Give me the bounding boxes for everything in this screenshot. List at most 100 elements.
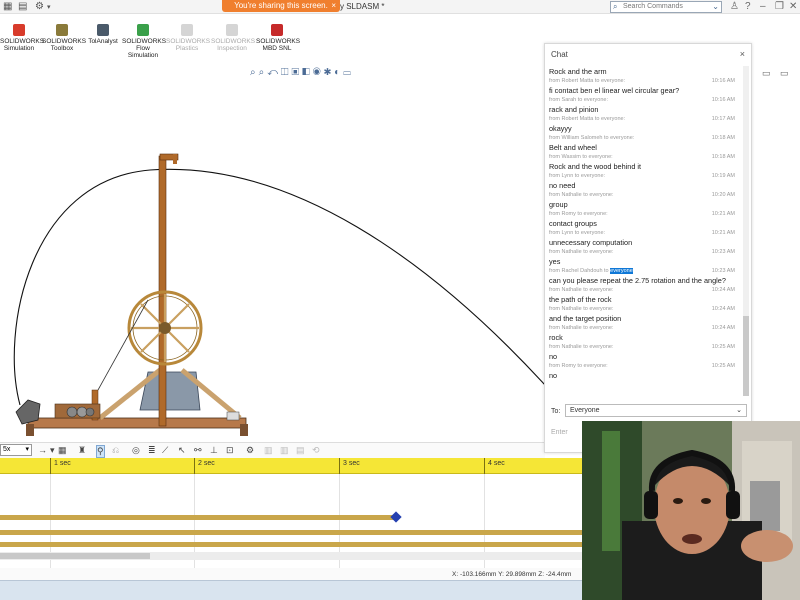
- message-sender: from Lynn to everyone:: [549, 173, 606, 179]
- scrollbar-thumb[interactable]: [0, 553, 150, 559]
- message-meta: from Nathalie to everyone: 10:24 AM: [549, 287, 735, 293]
- message-text: fi contact ben el linear wel circular ge…: [549, 86, 680, 95]
- message-text: Belt and wheel: [549, 143, 597, 152]
- message-text: no need: [549, 181, 576, 190]
- base-foot-right: [240, 424, 248, 436]
- tolanalyst-button[interactable]: TolAnalyst: [86, 24, 120, 45]
- toolbox-button[interactable]: SOLIDWORKS Toolbox: [42, 24, 86, 52]
- recipient-value: Everyone: [570, 407, 600, 414]
- window-close-icon[interactable]: ✕: [789, 1, 797, 12]
- close-icon[interactable]: ×: [331, 0, 336, 12]
- message-sender: from Nathalie to everyone:: [549, 287, 614, 293]
- panel-icon[interactable]: ▭: [762, 68, 771, 79]
- message-time: 10:16 AM: [711, 97, 735, 103]
- message-time: 10:18 AM: [711, 135, 735, 141]
- disabled-tool-4-icon: ⟲: [312, 445, 320, 455]
- inspection-button[interactable]: SOLIDWORKS Inspection: [211, 24, 255, 52]
- motor-icon[interactable]: ◎: [132, 445, 140, 456]
- arrow-dropdown-icon[interactable]: ▾: [50, 445, 55, 456]
- search-commands-input[interactable]: ⌕ Search Commands ⌄: [610, 1, 722, 13]
- simulation-button[interactable]: SOLIDWORKS Simulation: [0, 24, 44, 52]
- cmd-label: Simulation: [3, 45, 35, 52]
- animation-wizard-icon[interactable]: ♜: [78, 445, 86, 456]
- flow-simulation-icon: [137, 24, 149, 36]
- new-document-icon[interactable]: ▦: [3, 1, 12, 12]
- trajectory-path: [13, 168, 545, 406]
- message-meta: from Sarah to everyone: 10:16 AM: [549, 97, 735, 103]
- to-label: To:: [551, 408, 561, 415]
- cmd-label: Inspection: [217, 45, 247, 52]
- search-dropdown-icon[interactable]: ⌄: [712, 2, 719, 12]
- force-icon[interactable]: ↖: [178, 445, 186, 456]
- restore-icon[interactable]: ❐: [775, 1, 784, 12]
- message-text: Rock and the arm: [549, 67, 607, 76]
- timeline-ruler[interactable]: 1 sec 2 sec 3 sec 4 sec: [0, 458, 582, 474]
- timeline-bar[interactable]: [0, 515, 396, 520]
- plastics-button[interactable]: SOLIDWORKS Plastics: [166, 24, 210, 52]
- cmd-label: SOLIDWORKS: [0, 38, 45, 45]
- gravity-icon[interactable]: ⊥: [210, 445, 218, 456]
- timeline-scrollbar[interactable]: [0, 552, 582, 560]
- play-arrow-icon[interactable]: →: [38, 445, 47, 455]
- time-mark: 2 sec: [198, 460, 215, 467]
- message-text: group: [549, 200, 568, 209]
- message-meta: from Nathalie to everyone: 10:24 AM: [549, 325, 735, 331]
- playback-speed-select[interactable]: 5x ▾: [0, 444, 32, 456]
- message-sender: from Sarah to everyone:: [549, 97, 609, 103]
- small-gear-1: [66, 406, 78, 418]
- document-title: y SLDASM *: [340, 2, 385, 11]
- flow-simulation-button[interactable]: SOLIDWORKS Flow Simulation: [122, 24, 167, 59]
- message-sender: from Robert Matta to everyone:: [549, 78, 626, 84]
- disabled-tool-1-icon: ▥: [264, 445, 273, 455]
- study-properties-icon[interactable]: ⚙: [246, 445, 254, 456]
- user-icon[interactable]: ♙: [730, 1, 739, 12]
- contact-icon[interactable]: ⚯: [194, 445, 202, 456]
- message-text: no: [549, 352, 558, 361]
- graphics-area[interactable]: [0, 60, 545, 440]
- save-animation-icon[interactable]: ▦: [58, 445, 67, 456]
- chat-panel: Chat × Rock and the arm from Robert Matt…: [544, 43, 752, 453]
- open-file-icon[interactable]: ▤: [18, 1, 27, 12]
- close-icon[interactable]: ×: [740, 49, 745, 59]
- cmd-label: Simulation: [127, 52, 159, 59]
- options-dropdown-icon[interactable]: ▾: [47, 3, 51, 11]
- chat-scrollbar[interactable]: [743, 66, 749, 396]
- timeline-bar[interactable]: [0, 530, 582, 535]
- message-sender: from Nathalie to everyone:: [549, 249, 614, 255]
- mbd-snl-button[interactable]: SOLIDWORKS MBD SNL: [256, 24, 301, 52]
- small-gear-3: [85, 407, 95, 417]
- message-text: Rock and the wood behind it: [549, 162, 642, 171]
- cmd-label: SOLIDWORKS: [256, 38, 301, 45]
- toolbox-icon: [56, 24, 68, 36]
- chat-messages[interactable]: Rock and the arm from Robert Matta to ev…: [545, 66, 743, 428]
- screen-share-banner: You're sharing this screen. ×: [222, 0, 340, 12]
- options-gear-icon[interactable]: ⚙: [35, 1, 44, 12]
- spring-icon[interactable]: ≣: [148, 445, 156, 456]
- message-text: contact groups: [549, 219, 597, 228]
- help-icon[interactable]: ?: [745, 1, 751, 12]
- chat-scrollbar-thumb[interactable]: [743, 316, 749, 396]
- webcam-video: [582, 421, 800, 600]
- message-sender: from Wassim to everyone:: [549, 154, 613, 160]
- message-text: and the target position: [549, 314, 622, 323]
- keyframe-marker[interactable]: [390, 511, 402, 523]
- panel-icon[interactable]: ▭: [780, 68, 789, 79]
- message-meta: from Nathalie to everyone: 10:20 AM: [549, 192, 735, 198]
- message-time: 10:21 AM: [711, 211, 735, 217]
- timeline-bar[interactable]: [0, 542, 582, 547]
- disabled-tool-2-icon: ▥: [280, 445, 289, 455]
- motion-timeline[interactable]: 1 sec 2 sec 3 sec 4 sec: [0, 458, 582, 578]
- autokey-icon[interactable]: ⚲: [96, 445, 105, 458]
- results-plots-icon[interactable]: ⊡: [226, 445, 234, 456]
- minimize-icon[interactable]: –: [760, 1, 766, 12]
- add-key-icon[interactable]: ⎌: [112, 445, 119, 456]
- message-text: rock: [549, 333, 563, 342]
- message-sender: from Rachel Dahdouh to: [549, 268, 609, 274]
- message-sender: from Nathalie to everyone:: [549, 192, 614, 198]
- cmd-label: SOLIDWORKS: [122, 38, 167, 45]
- base-frame: [27, 417, 247, 429]
- chat-input-placeholder: Enter: [551, 429, 568, 436]
- damper-icon[interactable]: ⟋: [162, 445, 168, 456]
- recipient-select[interactable]: Everyone ⌄: [565, 404, 747, 417]
- message-sender: from Nathalie to everyone:: [549, 306, 614, 312]
